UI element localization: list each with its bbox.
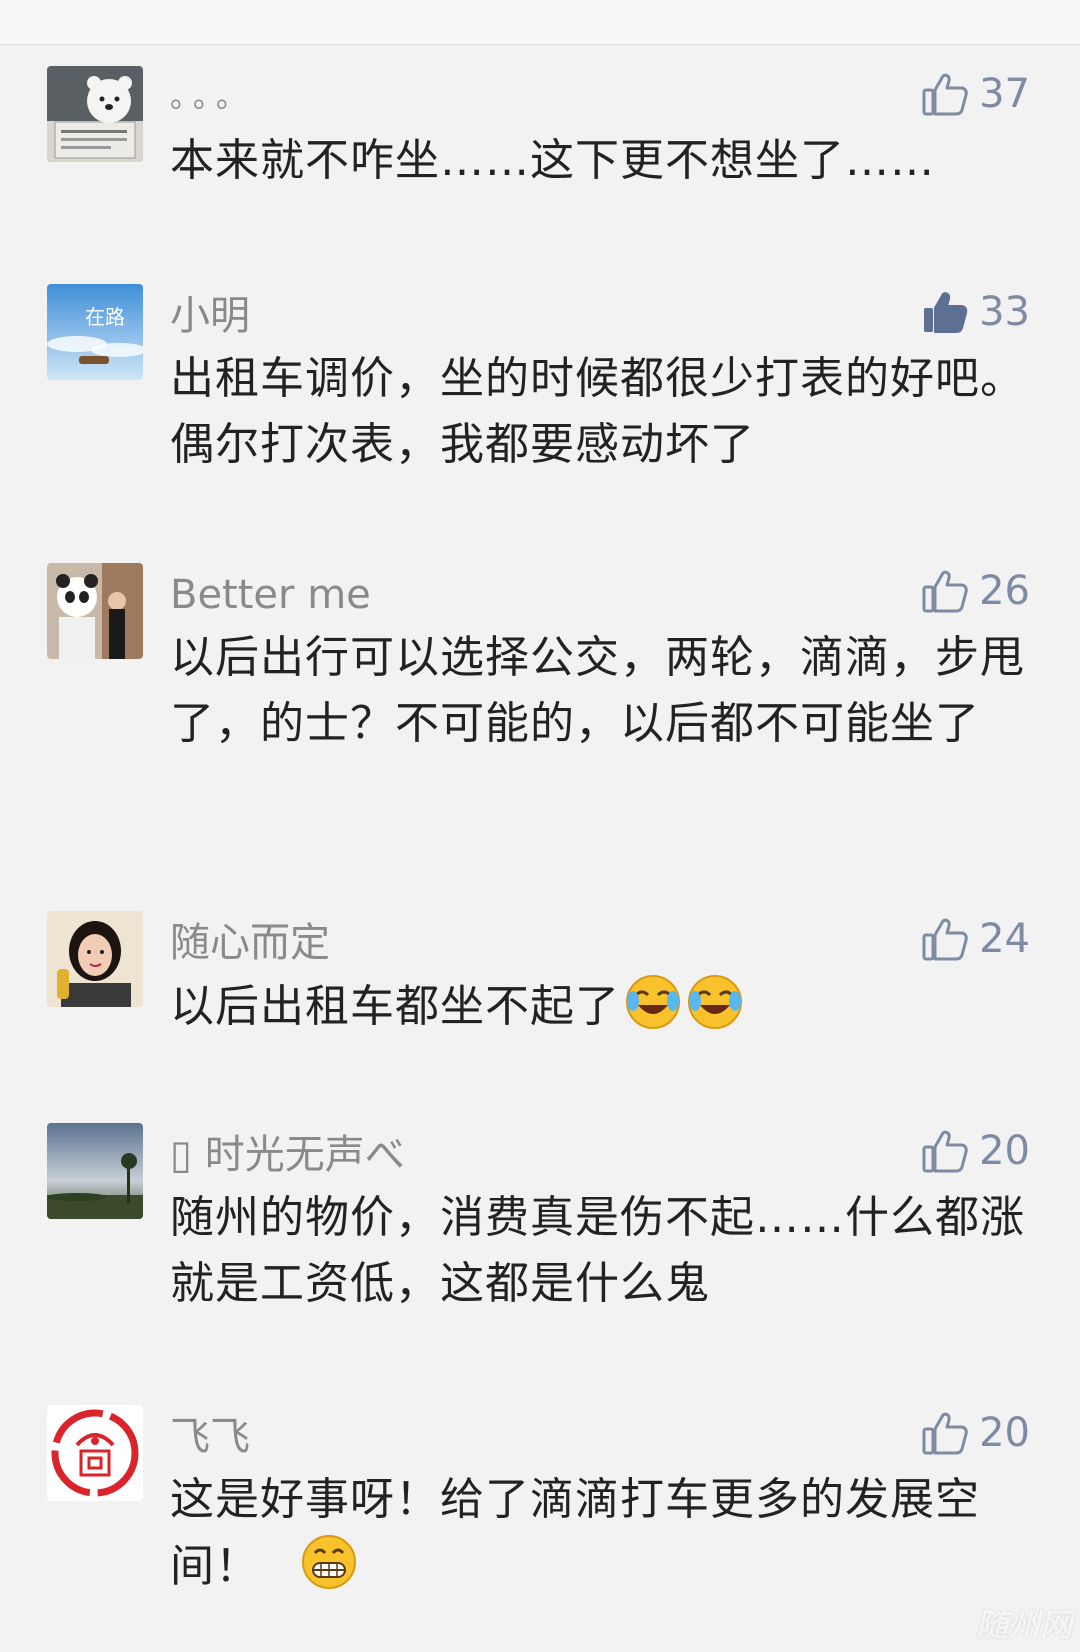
watermark: 随州网 xyxy=(975,1606,1072,1644)
comment-author[interactable]: 飞飞 xyxy=(170,1409,250,1465)
crying-laughing-emoji-icon xyxy=(624,973,682,1031)
grinning-emoji-icon xyxy=(300,1533,358,1591)
comment-text: 出租车调价，坐的时候都很少打表的好吧。偶尔打次表，我都要感动坏了 xyxy=(170,353,1025,470)
avatar[interactable]: 在路 xyxy=(47,284,143,380)
like-button[interactable]: 20 xyxy=(921,1123,1030,1179)
comment-text: 本来就不咋坐……这下更不想坐了…… xyxy=(170,135,935,186)
comment-author[interactable]: 随心而定 xyxy=(170,915,330,971)
like-button[interactable]: 33 xyxy=(921,284,1030,340)
thumbs-up-outline-icon xyxy=(921,1409,969,1457)
comment-text: 这是好事呀！给了滴滴打车更多的发展空间！ xyxy=(170,1467,1040,1600)
comment-item: 在路 小明 33 出租车调价，坐的时候都很少打表的好吧。偶尔打次表，我都要感动坏… xyxy=(0,284,1080,484)
comment-item: ▯ 时光无声べ 20 随州的物价，消费真是伤不起……什么都涨就是工资低，这都是什… xyxy=(0,1123,1080,1323)
avatar[interactable] xyxy=(47,66,143,162)
svg-text:在路: 在路 xyxy=(85,305,125,329)
like-count: 26 xyxy=(979,568,1030,614)
comment-text-content: 这是好事呀！给了滴滴打车更多的发展空间！ xyxy=(170,1474,980,1592)
like-count: 20 xyxy=(979,1410,1030,1456)
like-count: 37 xyxy=(979,71,1030,117)
like-button[interactable]: 37 xyxy=(921,66,1030,122)
avatar[interactable] xyxy=(47,1123,143,1219)
like-button[interactable]: 24 xyxy=(921,911,1030,967)
avatar[interactable] xyxy=(47,911,143,1007)
like-button[interactable]: 20 xyxy=(921,1405,1030,1461)
comment-item: Better me 26 以后出行可以选择公交，两轮，滴滴，步甩了，的士？不可能… xyxy=(0,563,1080,823)
like-count: 24 xyxy=(979,916,1030,962)
like-count: 20 xyxy=(979,1128,1030,1174)
comment-item: 。。。 37 本来就不咋坐……这下更不想坐了…… xyxy=(0,66,1080,216)
thumbs-up-outline-icon xyxy=(921,567,969,615)
crying-laughing-emoji-icon xyxy=(686,973,744,1031)
comment-author[interactable]: 小明 xyxy=(170,288,250,344)
thumbs-up-filled-icon xyxy=(921,288,969,336)
comment-text-content: 以后出租车都坐不起了 xyxy=(170,981,620,1032)
comment-text: 随州的物价，消费真是伤不起……什么都涨就是工资低，这都是什么鬼 xyxy=(170,1192,1025,1309)
avatar[interactable] xyxy=(47,563,143,659)
like-count: 33 xyxy=(979,289,1030,335)
comment-item: 随心而定 24 以后出租车都坐不起了 xyxy=(0,911,1080,1051)
comment-text: 以后出租车都坐不起了 xyxy=(170,973,1040,1040)
comment-author[interactable]: ▯ 时光无声べ xyxy=(170,1127,405,1183)
top-bar xyxy=(0,0,1080,45)
comment-item: 飞飞 20 这是好事呀！给了滴滴打车更多的发展空间！ xyxy=(0,1405,1080,1605)
avatar[interactable] xyxy=(47,1405,143,1501)
thumbs-up-outline-icon xyxy=(921,70,969,118)
like-button[interactable]: 26 xyxy=(921,563,1030,619)
comment-text: 以后出行可以选择公交，两轮，滴滴，步甩了，的士？不可能的，以后都不可能坐了 xyxy=(170,632,1025,749)
comment-author[interactable]: Better me xyxy=(170,567,371,623)
thumbs-up-outline-icon xyxy=(921,915,969,963)
thumbs-up-outline-icon xyxy=(921,1127,969,1175)
comment-author[interactable]: 。。。 xyxy=(170,70,254,126)
